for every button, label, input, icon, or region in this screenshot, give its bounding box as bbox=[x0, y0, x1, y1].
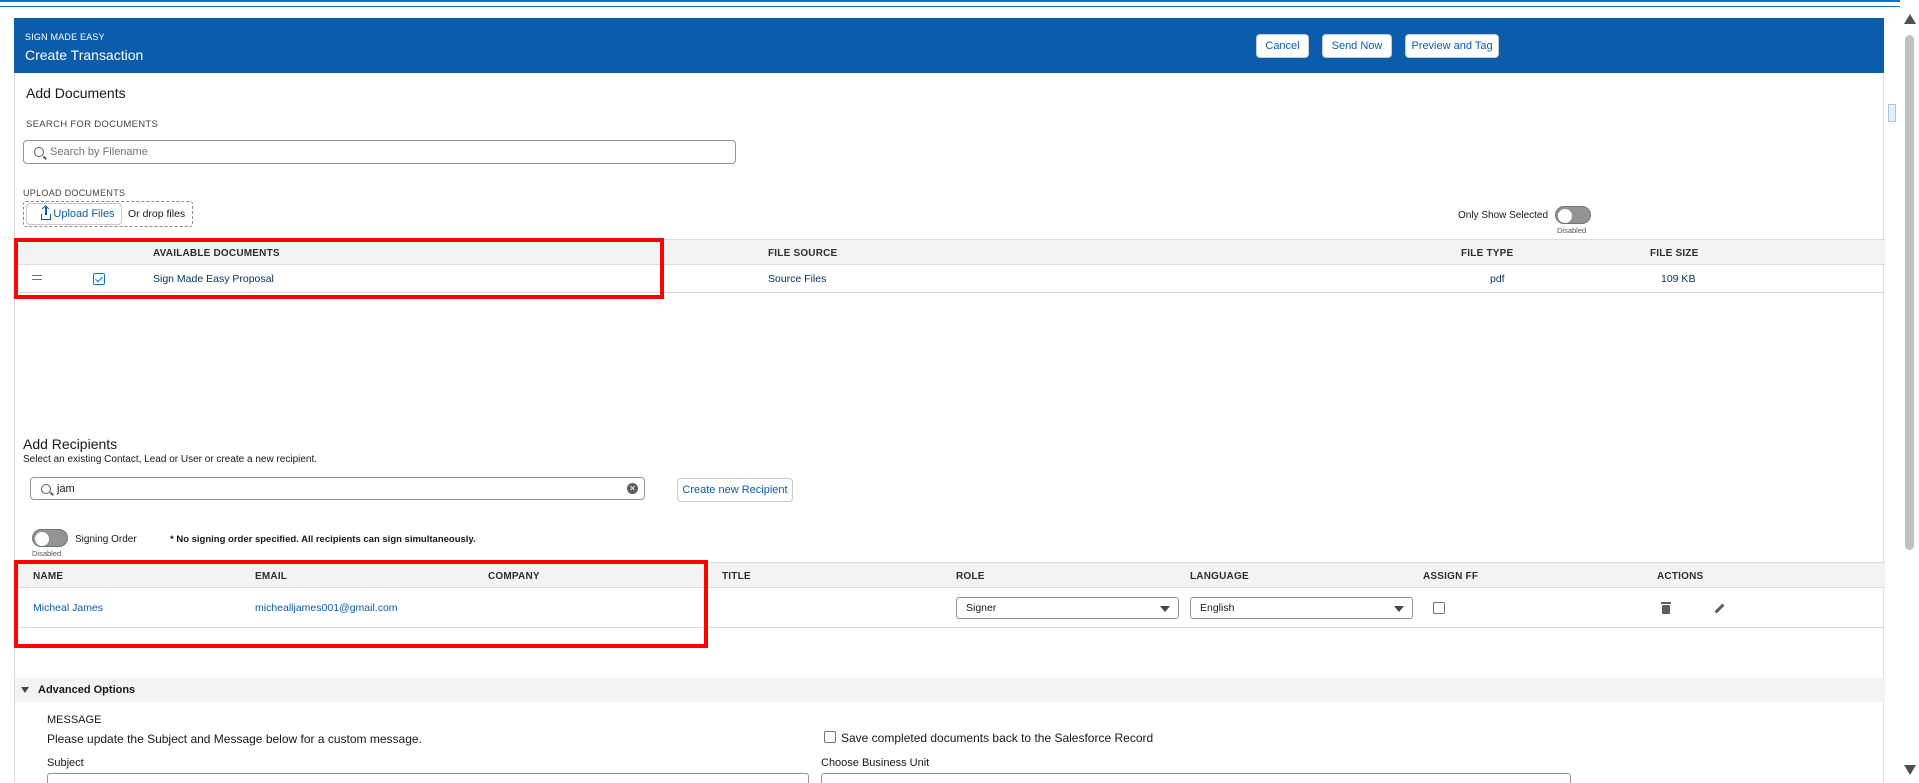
file-dropzone[interactable]: Upload Files Or drop files bbox=[23, 201, 193, 227]
send-now-button[interactable]: Send Now bbox=[1322, 34, 1392, 58]
highlight-box-documents bbox=[14, 238, 664, 299]
save-back-checkbox[interactable] bbox=[824, 731, 836, 743]
search-icon bbox=[34, 147, 44, 157]
col-file-source: FILE SOURCE bbox=[768, 248, 838, 259]
recipient-search-input[interactable]: jam ✕ bbox=[30, 477, 645, 500]
page-title: Create Transaction bbox=[25, 47, 144, 63]
add-recipients-heading: Add Recipients bbox=[23, 436, 118, 452]
file-type: pdf bbox=[1490, 273, 1505, 285]
upload-files-button[interactable]: Upload Files bbox=[26, 203, 122, 225]
scroll-up-icon[interactable] bbox=[1904, 14, 1916, 24]
advanced-options-bar[interactable]: Advanced Options bbox=[15, 678, 1885, 702]
only-show-selected-label: Only Show Selected bbox=[1458, 210, 1549, 221]
business-unit-select[interactable] bbox=[821, 773, 1571, 783]
cancel-button[interactable]: Cancel bbox=[1256, 34, 1309, 58]
app-name: SIGN MADE EASY bbox=[25, 32, 105, 42]
only-show-selected-state: Disabled bbox=[1557, 226, 1587, 235]
upload-files-label: Upload Files bbox=[53, 208, 115, 220]
upload-documents-label: UPLOAD DOCUMENTS bbox=[23, 188, 126, 198]
search-documents-label: SEARCH FOR DOCUMENTS bbox=[26, 119, 159, 130]
search-icon bbox=[41, 483, 51, 494]
add-recipients-subtitle: Select an existing Contact, Lead or User… bbox=[23, 454, 318, 465]
col-actions: ACTIONS bbox=[1657, 571, 1704, 582]
document-search-placeholder: Search by Filename bbox=[50, 146, 148, 158]
edit-icon[interactable] bbox=[1714, 603, 1725, 614]
delete-icon[interactable] bbox=[1661, 602, 1671, 614]
role-select-value: Signer bbox=[966, 602, 997, 614]
preview-and-tag-button[interactable]: Preview and Tag bbox=[1405, 34, 1499, 58]
scrollbar-thumb[interactable] bbox=[1905, 35, 1914, 550]
file-source: Source Files bbox=[768, 273, 827, 285]
create-new-recipient-button[interactable]: Create new Recipient bbox=[677, 478, 793, 502]
subject-label: Subject bbox=[47, 757, 84, 769]
upload-icon bbox=[41, 207, 51, 220]
col-title: TITLE bbox=[722, 571, 751, 582]
file-size: 109 KB bbox=[1661, 273, 1696, 285]
page-header: SIGN MADE EASY Create Transaction Cancel… bbox=[14, 18, 1884, 73]
col-assign-ff: ASSIGN FF bbox=[1423, 571, 1479, 582]
business-unit-label: Choose Business Unit bbox=[821, 757, 930, 769]
drop-files-text: Or drop files bbox=[128, 208, 186, 220]
col-file-type: FILE TYPE bbox=[1461, 248, 1514, 259]
vertical-scrollbar[interactable] bbox=[1900, 0, 1919, 783]
highlight-box-recipients bbox=[14, 560, 708, 648]
language-select-value: English bbox=[1200, 602, 1235, 614]
signing-order-toggle[interactable] bbox=[32, 529, 68, 547]
add-documents-heading: Add Documents bbox=[26, 85, 126, 101]
assign-ff-checkbox[interactable] bbox=[1433, 602, 1445, 614]
side-panel-tab[interactable] bbox=[1888, 104, 1896, 122]
col-file-size: FILE SIZE bbox=[1650, 248, 1699, 259]
col-language: LANGUAGE bbox=[1190, 571, 1249, 582]
top-divider bbox=[0, 6, 1900, 7]
chevron-down-icon bbox=[1394, 606, 1404, 612]
message-label: MESSAGE bbox=[47, 714, 102, 726]
signing-order-label: Signing Order bbox=[75, 534, 137, 545]
clear-icon[interactable]: ✕ bbox=[627, 483, 638, 494]
subject-input[interactable] bbox=[47, 773, 809, 783]
role-select[interactable]: Signer bbox=[956, 597, 1179, 619]
save-back-label: Save completed documents back to the Sal… bbox=[841, 731, 1154, 745]
only-show-selected-toggle[interactable] bbox=[1555, 206, 1591, 224]
language-select[interactable]: English bbox=[1190, 597, 1413, 619]
recipient-search-value: jam bbox=[57, 482, 75, 495]
scroll-down-icon[interactable] bbox=[1904, 765, 1916, 775]
message-hint: Please update the Subject and Message be… bbox=[47, 732, 422, 746]
col-role: ROLE bbox=[956, 571, 985, 582]
document-search-input[interactable]: Search by Filename bbox=[23, 140, 736, 164]
main-panel: Add Documents SEARCH FOR DOCUMENTS Searc… bbox=[14, 73, 1885, 783]
chevron-down-icon bbox=[21, 687, 29, 693]
chevron-down-icon bbox=[1160, 606, 1170, 612]
signing-order-state: Disabled bbox=[32, 549, 62, 558]
signing-order-note: * No signing order specified. All recipi… bbox=[170, 534, 476, 545]
advanced-options-heading: Advanced Options bbox=[38, 684, 136, 696]
